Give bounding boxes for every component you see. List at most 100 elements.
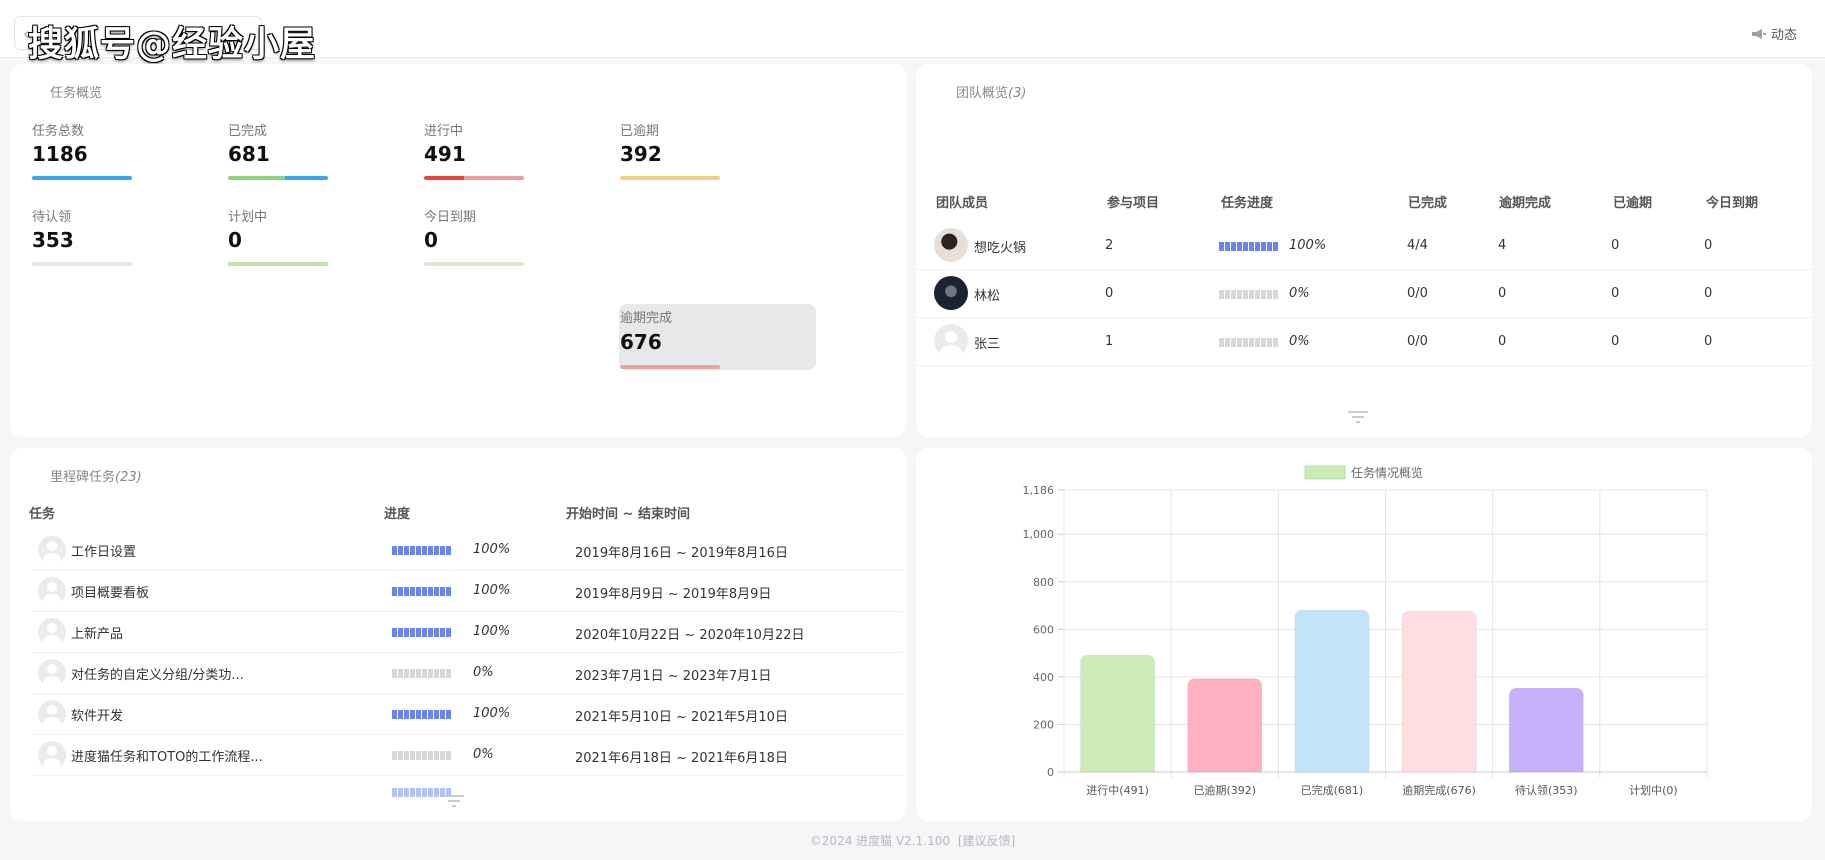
- milestone-name: 对任务的自定义分组/分类功...: [71, 668, 244, 683]
- bar[interactable]: [1080, 654, 1156, 773]
- milestone-name: 项目概要看板: [71, 586, 150, 601]
- column-header[interactable]: 逾期完成: [1499, 192, 1551, 211]
- progress-percent: 100%: [473, 542, 511, 557]
- bar[interactable]: [1401, 610, 1477, 773]
- progress-percent: 0%: [1289, 334, 1310, 349]
- milestone-dates: 2019年8月16日 ~ 2019年8月16日: [575, 546, 788, 561]
- stat-bar: [620, 176, 720, 180]
- avatar: [38, 536, 66, 564]
- column-header[interactable]: 已逾期: [1613, 192, 1652, 211]
- member-overdue: 0: [1611, 334, 1620, 349]
- stat-bar: [228, 176, 328, 180]
- milestone-dates: 2021年5月10日 ~ 2021年5月10日: [575, 710, 788, 725]
- task-chart-panel: 任务情况概览 0 200 400 600 800 1,000 1,186 进行中(491) 已逾期…: [916, 448, 1812, 821]
- column-header[interactable]: 进度: [384, 503, 410, 522]
- avatar: [38, 618, 66, 646]
- milestone-row[interactable]: 上新产品 100% 2020年10月22日 ~ 2020年10月22日: [32, 612, 902, 653]
- y-tick-label: 0: [1047, 766, 1054, 779]
- stat-card[interactable]: 逾期完成 676: [619, 304, 816, 370]
- y-tick-label: 600: [1033, 623, 1054, 636]
- progress-percent: 100%: [473, 583, 511, 598]
- member-due-today: 0: [1704, 334, 1713, 349]
- stat-value: 0: [424, 228, 438, 252]
- milestones-panel: 里程碑任务(23) 任务 进度 开始时间 ~ 结束时间 工作日设置 100% 2019年…: [10, 448, 906, 821]
- column-header[interactable]: 参与项目: [1107, 192, 1159, 211]
- progress-bar: [392, 587, 451, 596]
- milestone-name: 上新产品: [71, 627, 124, 642]
- column-header[interactable]: 任务进度: [1221, 192, 1273, 211]
- team-member-row[interactable]: 林松 0 0% 0/0 0 0 0: [916, 270, 1812, 318]
- stat-bar: [32, 176, 132, 180]
- stat-value: 681: [228, 142, 270, 166]
- milestone-row[interactable]: 软件开发 100% 2021年5月10日 ~ 2021年5月10日: [32, 694, 902, 735]
- progress-bar: [392, 546, 451, 555]
- watermark: 搜狐号@经验小屋: [28, 25, 317, 65]
- column-header[interactable]: 团队成员: [936, 192, 988, 211]
- stat-card[interactable]: 今日到期 0: [412, 206, 612, 272]
- avatar: [38, 700, 66, 728]
- progress-bar: [392, 628, 451, 637]
- team-member-row[interactable]: 张三 1 0% 0/0 0 0 0: [916, 318, 1812, 366]
- activity-button[interactable]: 动态: [1751, 24, 1797, 43]
- column-header[interactable]: 开始时间 ~ 结束时间: [566, 503, 690, 522]
- stat-bar: [424, 176, 524, 180]
- partially-hidden-row: [32, 788, 902, 800]
- stat-card[interactable]: 任务总数 1186: [20, 120, 220, 186]
- x-tick-label: 已完成(681): [1301, 783, 1364, 797]
- x-tick-label: 逾期完成(676): [1402, 783, 1476, 797]
- member-late-done: 4: [1498, 238, 1507, 253]
- member-done: 0/0: [1407, 334, 1428, 349]
- stat-card[interactable]: 待认领 353: [20, 206, 220, 272]
- bar[interactable]: [1187, 678, 1263, 773]
- stat-value: 1186: [32, 142, 88, 166]
- panel-title: 里程碑任务(23): [50, 470, 142, 485]
- stat-card[interactable]: 已完成 681: [216, 120, 416, 186]
- milestone-name: 进度猫任务和TOTO的工作流程...: [71, 750, 263, 765]
- column-header[interactable]: 今日到期: [1706, 192, 1758, 211]
- copyright-text: ©2024 进度猫 V2.1.100: [809, 834, 950, 848]
- column-header[interactable]: 任务: [29, 503, 55, 522]
- member-name: 林松: [974, 289, 1001, 304]
- y-tick-label: 400: [1033, 671, 1054, 684]
- progress-percent: 100%: [473, 624, 511, 639]
- team-table-header: 团队成员 参与项目 任务进度 已完成 逾期完成 已逾期 今日到期: [916, 192, 1812, 222]
- progress-bar: [392, 710, 451, 719]
- x-tick-label: 待认领(353): [1515, 783, 1578, 797]
- top-bar: ‹ 搜狐号@经验小屋 动态: [0, 0, 1825, 65]
- stat-label: 待认领: [32, 210, 72, 225]
- task-overview-panel: 任务概览 任务总数 1186 已完成 681 进行中 491 已逾期 392 待认领 353 计划中…: [10, 64, 906, 437]
- stat-label: 已完成: [228, 124, 268, 139]
- bar[interactable]: [1508, 687, 1584, 773]
- filter-icon[interactable]: [444, 794, 464, 812]
- member-done: 4/4: [1407, 238, 1428, 253]
- milestone-row[interactable]: 进度猫任务和TOTO的工作流程... 0% 2021年6月18日 ~ 2021年6月…: [32, 735, 902, 776]
- milestone-row[interactable]: 对任务的自定义分组/分类功... 0% 2023年7月1日 ~ 2023年7月1日: [32, 653, 902, 694]
- progress-bar: [1219, 338, 1278, 347]
- stat-label: 逾期完成: [620, 311, 673, 326]
- bar[interactable]: [1294, 609, 1370, 773]
- chart-legend[interactable]: 任务情况概览: [1304, 465, 1423, 480]
- stat-value: 491: [424, 142, 466, 166]
- stat-label: 已逾期: [620, 124, 660, 139]
- y-tick-label: 200: [1033, 718, 1054, 731]
- footer: ©2024 进度猫 V2.1.100 [建议反馈]: [0, 832, 1825, 849]
- stat-card[interactable]: 计划中 0: [216, 206, 416, 272]
- filter-icon[interactable]: [1348, 410, 1368, 428]
- team-member-row[interactable]: 想吃火锅 2 100% 4/4 4 0 0: [916, 222, 1812, 270]
- feedback-link[interactable]: [建议反馈]: [958, 834, 1015, 848]
- milestone-dates: 2023年7月1日 ~ 2023年7月1日: [575, 669, 772, 684]
- stat-bar: [32, 262, 132, 266]
- stat-label: 进行中: [424, 124, 464, 139]
- avatar: [934, 324, 968, 358]
- milestone-row[interactable]: 工作日设置 100% 2019年8月16日 ~ 2019年8月16日: [32, 530, 902, 571]
- stat-label: 任务总数: [32, 124, 85, 139]
- stat-card[interactable]: 进行中 491: [412, 120, 612, 186]
- column-header[interactable]: 已完成: [1408, 192, 1447, 211]
- stat-bar: [228, 262, 328, 266]
- member-projects: 2: [1105, 238, 1114, 253]
- member-name: 想吃火锅: [974, 241, 1027, 256]
- progress-bar: [392, 751, 451, 760]
- milestone-row[interactable]: 项目概要看板 100% 2019年8月9日 ~ 2019年8月9日: [32, 571, 902, 612]
- avatar: [934, 276, 968, 310]
- stat-card[interactable]: 已逾期 392: [608, 120, 808, 186]
